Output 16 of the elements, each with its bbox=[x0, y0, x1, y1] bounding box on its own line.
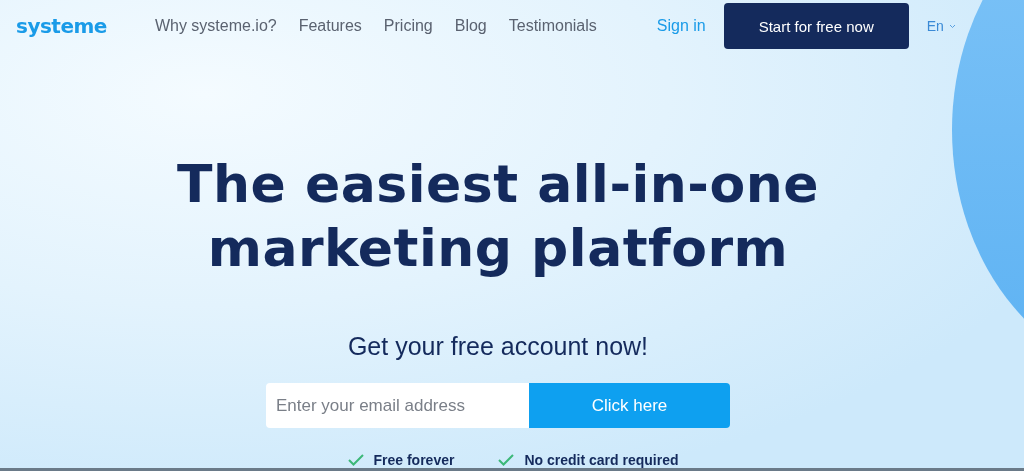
nav-link[interactable]: Features bbox=[298, 17, 362, 35]
feature-text: Free forever bbox=[373, 452, 455, 468]
check-icon bbox=[347, 454, 364, 466]
check-icon bbox=[498, 454, 515, 466]
nav-link[interactable]: Blog bbox=[454, 17, 487, 35]
nav-link[interactable]: Why systeme.io? bbox=[154, 17, 277, 35]
language-selector[interactable]: En bbox=[926, 18, 944, 34]
nav-link[interactable]: Pricing bbox=[383, 17, 433, 35]
caret-icon[interactable] bbox=[948, 23, 956, 29]
feature-text: No credit card required bbox=[524, 452, 679, 468]
nav-link[interactable]: Testimonials bbox=[508, 17, 597, 35]
headline: The easiest all-in-one bbox=[177, 153, 819, 216]
email-field[interactable]: Enter your email address bbox=[266, 383, 529, 428]
start-button[interactable]: Start for free now bbox=[723, 3, 909, 49]
subtitle: Get your free account now! bbox=[347, 332, 649, 361]
headline: marketing platform bbox=[207, 217, 789, 280]
